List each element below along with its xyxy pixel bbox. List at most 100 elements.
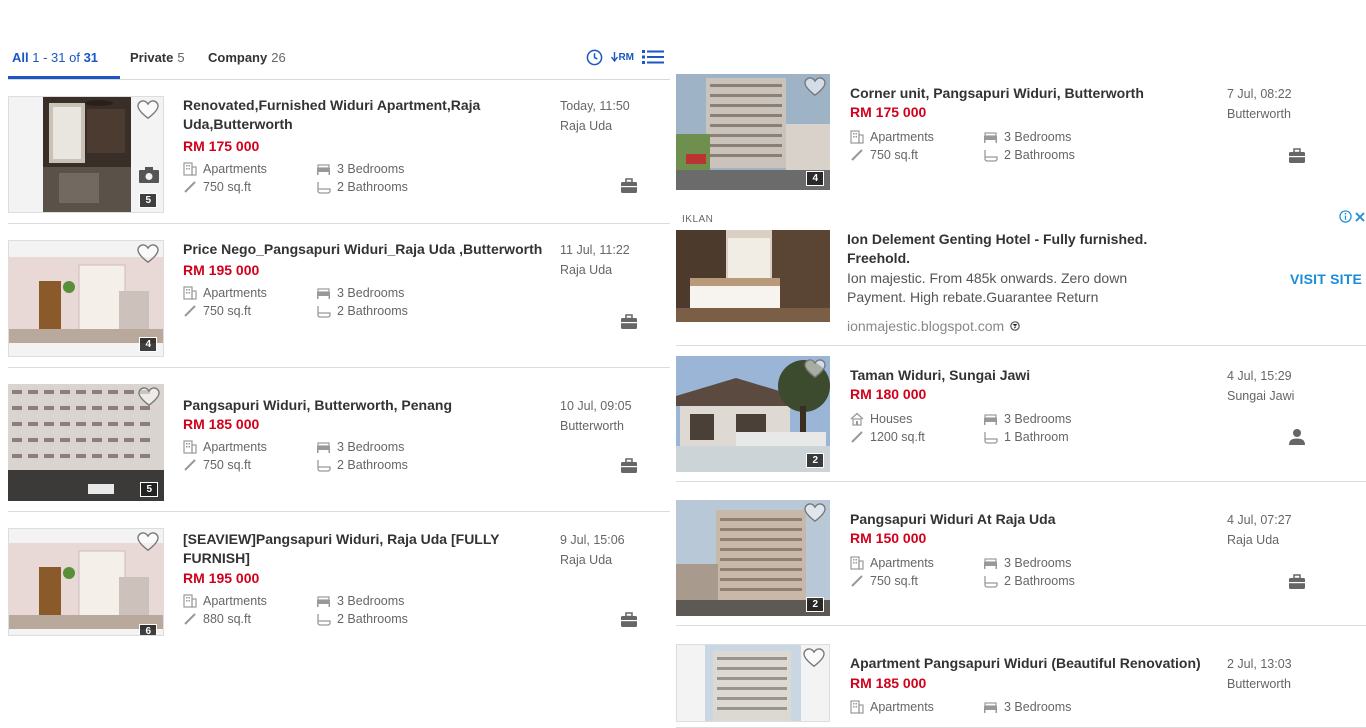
listing-thumbnail[interactable]: 2: [676, 356, 830, 472]
listing-location: Raja Uda: [1227, 533, 1280, 547]
ad-description: Ion majestic. From 485k onwards. Zero do…: [847, 270, 1128, 305]
listing-card[interactable]: 4 Corner unit, Pangsapuri Widuri, Butter…: [676, 74, 1366, 200]
listing-title[interactable]: Taman Widuri, Sungai Jawi: [850, 366, 1210, 385]
attr-bedrooms-text: 3 Bedrooms: [337, 162, 405, 176]
attr-type-text: Apartments: [203, 286, 267, 300]
bathtub-icon: [317, 181, 331, 194]
listing-title[interactable]: Corner unit, Pangsapuri Widuri, Butterwo…: [850, 84, 1210, 103]
photo-count: 6: [139, 624, 157, 635]
sort-by-price-button[interactable]: RM: [611, 48, 634, 66]
photo-count: 4: [806, 171, 824, 186]
listing-title[interactable]: Renovated,Furnished Widuri Apartment,Raj…: [183, 96, 548, 134]
bathtub-icon: [317, 459, 331, 472]
bathtub-icon: [984, 149, 998, 162]
tab-private[interactable]: Private 5: [130, 50, 185, 65]
tab-all[interactable]: All 1 - 31 of 31: [12, 50, 98, 65]
listing-meta: 11 Jul, 11:22 Raja Uda: [560, 240, 630, 280]
attr-type-text: Apartments: [870, 700, 934, 714]
listing-card[interactable]: 4 Price Nego_Pangsapuri Widuri_Raja Uda …: [8, 240, 670, 368]
listing-title[interactable]: Pangsapuri Widuri At Raja Uda: [850, 510, 1210, 529]
favorite-heart-icon[interactable]: [138, 387, 160, 407]
bed-icon: [317, 288, 330, 299]
bathtub-icon: [317, 613, 331, 626]
attr-bathrooms: 2 Bathrooms: [983, 148, 1075, 162]
ad-image[interactable]: [676, 230, 830, 322]
listing-title[interactable]: Apartment Pangsapuri Widuri (Beautiful R…: [850, 654, 1210, 673]
listing-thumbnail[interactable]: 4: [8, 240, 164, 357]
listing-thumbnail[interactable]: 5: [8, 384, 164, 501]
listing-price: RM 180 000: [850, 386, 927, 402]
listing-price: RM 150 000: [850, 530, 927, 546]
attr-bathrooms: 2 Bathrooms: [316, 612, 408, 626]
listing-location: Raja Uda: [560, 553, 613, 567]
bed-icon: [317, 442, 330, 453]
listing-card[interactable]: 6 [SEAVIEW]Pangsapuri Widuri, Raja Uda […: [8, 528, 670, 636]
listing-card[interactable]: 2 Taman Widuri, Sungai Jawi RM 180 000 H…: [676, 356, 1366, 482]
list-view-icon: [642, 50, 664, 64]
ad-title[interactable]: Ion Delement Genting Hotel - Fully furni…: [847, 230, 1177, 268]
listing-price: RM 195 000: [183, 570, 260, 586]
favorite-heart-icon[interactable]: [804, 77, 826, 97]
ad-label: IKLAN: [682, 214, 714, 225]
favorite-heart-icon[interactable]: [137, 100, 159, 120]
tab-private-label: Private: [130, 50, 174, 65]
listing-date: 9 Jul, 15:06: [560, 533, 625, 547]
building-icon: [850, 556, 864, 570]
attr-bedrooms-text: 3 Bedrooms: [1004, 700, 1072, 714]
attr-size-text: 880 sq.ft: [203, 612, 251, 626]
building-icon: [183, 162, 197, 176]
list-view-button[interactable]: [642, 48, 664, 66]
favorite-heart-icon[interactable]: [804, 359, 826, 379]
sort-by-date-button[interactable]: [586, 48, 603, 66]
ad-domain-text: ionmajestic.blogspot.com: [847, 318, 1005, 334]
favorite-heart-icon[interactable]: [803, 648, 825, 668]
company-seller-icon: [621, 612, 637, 627]
attr-bathrooms-text: 2 Bathrooms: [337, 304, 408, 318]
tab-company-count: 26: [271, 50, 286, 65]
tab-all-label: All: [12, 50, 29, 65]
listing-title[interactable]: Pangsapuri Widuri, Butterworth, Penang: [183, 396, 548, 415]
photo-count: 2: [806, 453, 824, 468]
attr-bathrooms-text: 1 Bathroom: [1004, 430, 1069, 444]
listing-thumbnail[interactable]: 6: [8, 528, 164, 636]
listing-card[interactable]: 5 Renovated,Furnished Widuri Apartment,R…: [8, 96, 670, 224]
attr-type-text: Apartments: [870, 556, 934, 570]
ruler-icon: [184, 459, 196, 471]
sponsored-ad[interactable]: IKLAN Ion Delement Genting Hotel - Fully…: [676, 200, 1366, 346]
favorite-heart-icon[interactable]: [137, 532, 159, 552]
listing-date: 10 Jul, 09:05: [560, 399, 632, 413]
listing-thumbnail[interactable]: [676, 644, 830, 722]
attr-property-type: Apartments: [183, 594, 267, 608]
favorite-heart-icon[interactable]: [137, 244, 159, 264]
ad-choices[interactable]: [1339, 210, 1366, 223]
attr-bedrooms-text: 3 Bedrooms: [1004, 556, 1072, 570]
attr-type-text: Apartments: [203, 162, 267, 176]
visit-site-button[interactable]: VISIT SITE: [1290, 271, 1362, 287]
listing-meta: 2 Jul, 13:03 Butterworth: [1227, 654, 1292, 694]
listing-meta: Today, 11:50 Raja Uda: [560, 96, 630, 136]
listing-card[interactable]: 2 Pangsapuri Widuri At Raja Uda RM 150 0…: [676, 500, 1366, 626]
listing-title[interactable]: Price Nego_Pangsapuri Widuri_Raja Uda ,B…: [183, 240, 558, 259]
listing-card[interactable]: Apartment Pangsapuri Widuri (Beautiful R…: [676, 644, 1366, 728]
attr-bedrooms: 3 Bedrooms: [983, 130, 1071, 144]
ad-domain[interactable]: ionmajestic.blogspot.com: [847, 318, 1020, 334]
listing-card[interactable]: 5 Pangsapuri Widuri, Butterworth, Penang…: [8, 384, 670, 512]
listing-thumbnail[interactable]: 5: [8, 96, 164, 213]
listing-thumbnail[interactable]: 4: [676, 74, 830, 190]
close-icon[interactable]: [1354, 211, 1366, 223]
listing-title[interactable]: [SEAVIEW]Pangsapuri Widuri, Raja Uda [FU…: [183, 530, 548, 568]
tab-company-label: Company: [208, 50, 268, 65]
listings-column-right: 4 Corner unit, Pangsapuri Widuri, Butter…: [676, 0, 1366, 728]
listing-meta: 10 Jul, 09:05 Butterworth: [560, 396, 632, 436]
attr-bedrooms-text: 3 Bedrooms: [1004, 412, 1072, 426]
listing-thumbnail[interactable]: 2: [676, 500, 830, 616]
favorite-heart-icon[interactable]: [804, 503, 826, 523]
bed-icon: [984, 558, 997, 569]
ruler-icon: [184, 613, 196, 625]
tab-company[interactable]: Company 26: [208, 50, 286, 65]
company-seller-icon: [621, 458, 637, 473]
bed-icon: [317, 164, 330, 175]
attr-bedrooms: 3 Bedrooms: [983, 556, 1071, 570]
building-icon: [850, 700, 864, 714]
info-icon[interactable]: [1339, 210, 1352, 223]
